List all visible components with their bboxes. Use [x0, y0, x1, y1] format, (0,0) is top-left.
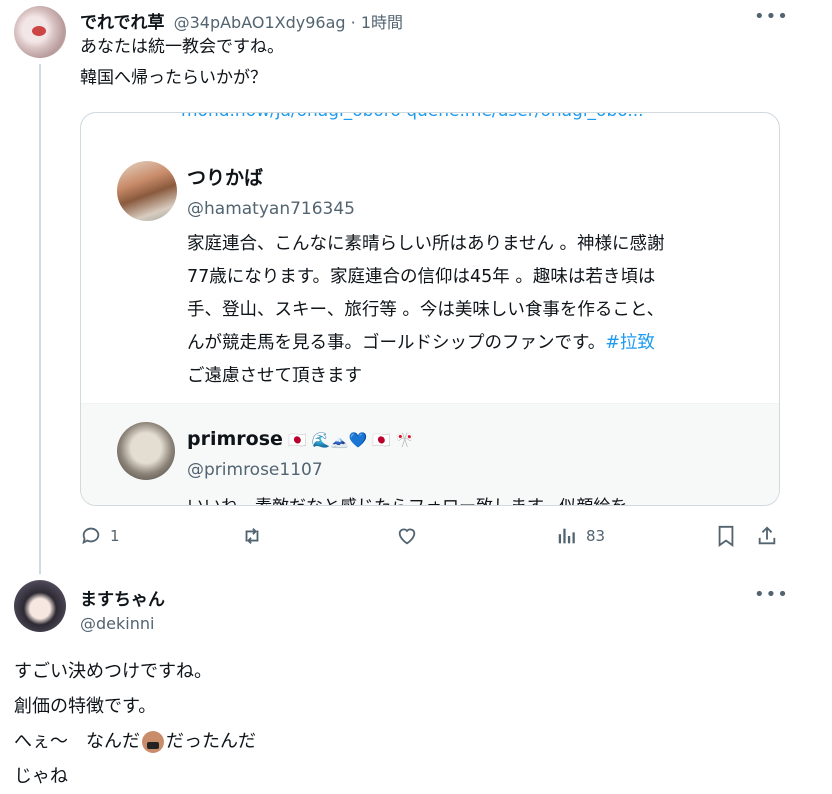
card-avatar[interactable] [117, 161, 177, 221]
handle[interactable]: @dekinni [80, 614, 154, 633]
sub-avatar[interactable] [117, 422, 175, 480]
bio-line: 77歳になります。家庭連合の信仰は45年 。趣味は若き頃は [187, 267, 656, 287]
reply-icon [82, 527, 100, 545]
sub-profile-emoji: 🇯🇵 🌊🗻💙 🇯🇵 🎌 [288, 431, 415, 449]
card-sub-profile[interactable]: primrose 🇯🇵 🌊🗻💙 🇯🇵 🎌 @primrose1107 いいね、素… [81, 403, 779, 505]
sub-profile-handle[interactable]: @primrose1107 [187, 460, 323, 480]
timestamp[interactable]: 1時間 [361, 13, 403, 32]
tweet-header: でれでれ草 @34pAbAO1Xdy96ag · 1時間 [80, 8, 403, 33]
bio-line: んが競走馬を見る事。ゴールドシップのファンです。#拉致 [187, 333, 655, 353]
like-button[interactable] [396, 525, 426, 547]
reply-button[interactable]: 1 [80, 525, 120, 547]
text-line: じゃね [14, 766, 68, 787]
share-button[interactable] [756, 525, 778, 547]
tweet-text: あなたは統一教会ですね。 韓国へ帰ったらいかが？ [80, 37, 284, 88]
heart-icon [398, 528, 416, 545]
bio-line: 手、登山、スキー、旅行等 。今は美味しい食事を作ること、 [187, 300, 665, 320]
more-icon[interactable]: ••• [754, 8, 789, 26]
handle[interactable]: @34pAbAO1Xdy96ag [174, 13, 346, 32]
card-profile-handle[interactable]: @hamatyan716345 [187, 199, 355, 219]
views-button[interactable]: 83 [556, 525, 605, 547]
card-top-link[interactable]: mond.how/ja/onagi_oboro quene.me/user/on… [181, 113, 779, 121]
reply-count: 1 [110, 527, 120, 545]
hashtag-link[interactable]: #拉致 [605, 333, 655, 353]
bookmark-icon [718, 525, 734, 547]
avatar[interactable] [14, 580, 66, 632]
display-name[interactable]: ますちゃん [80, 585, 165, 610]
views-count: 83 [586, 527, 606, 545]
avatar[interactable] [14, 6, 66, 58]
text-line: すごい決めつけですね。 [14, 661, 212, 682]
separator: · [350, 13, 356, 32]
sub-profile-title: primrose 🇯🇵 🌊🗻💙 🇯🇵 🎌 [187, 428, 414, 450]
sub-profile-name[interactable]: primrose [187, 428, 283, 450]
tweet-text: すごい決めつけですね。 創価の特徴です。 へぇ～ なんだ だったんだ じゃね [14, 654, 774, 794]
bookmark-button[interactable] [716, 525, 736, 547]
share-icon [758, 526, 776, 545]
sub-profile-cut-text: いいね、素敵だなと感じたらフォロー致します。似顔絵を [187, 492, 627, 505]
text-line: へぇ～ なんだ だったんだ [14, 730, 256, 753]
text-line: 創価の特徴です。 [14, 696, 157, 717]
retweet-button[interactable] [240, 525, 272, 547]
card-profile-name[interactable]: つりかば [187, 163, 263, 190]
quoted-card[interactable]: mond.how/ja/onagi_oboro quene.me/user/on… [80, 112, 780, 506]
analytics-icon [558, 528, 575, 544]
display-name[interactable]: でれでれ草 [80, 13, 165, 33]
bio-line: ご遠慮させて頂きます [187, 366, 362, 386]
thread-line [39, 64, 41, 574]
bio-line: 家庭連合、こんなに素晴らしい所はありません 。神様に感謝 [187, 234, 665, 254]
card-profile-bio: 家庭連合、こんなに素晴らしい所はありません 。神様に感謝 77歳になります。家庭… [187, 228, 779, 393]
more-icon[interactable]: ••• [754, 586, 789, 604]
face-emoji-icon [142, 730, 164, 753]
retweet-icon [245, 528, 259, 544]
